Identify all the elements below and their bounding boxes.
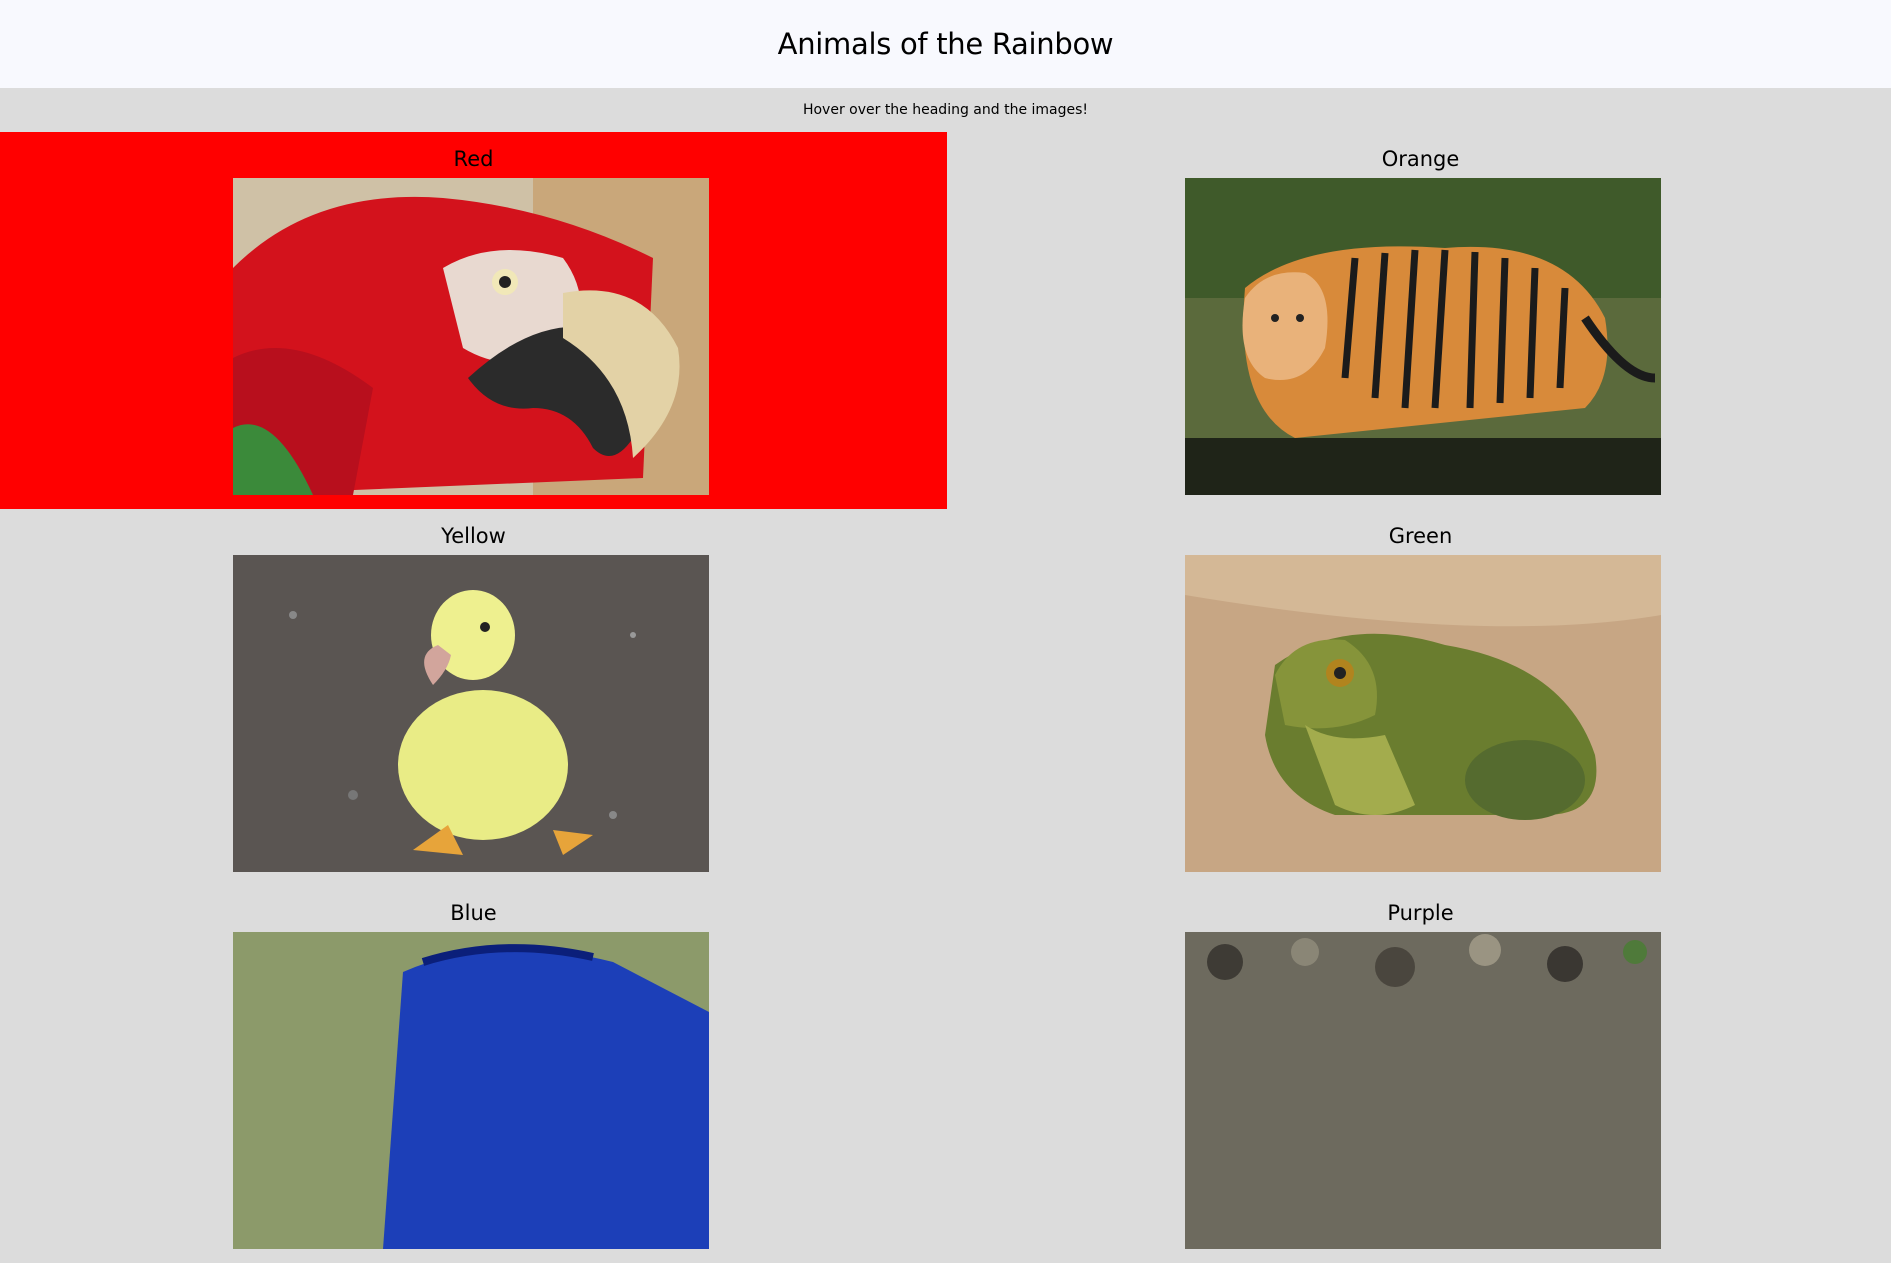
page-title[interactable]: Animals of the Rainbow [778,27,1114,61]
card-heading: Yellow [441,524,506,548]
card-purple[interactable]: Purple [947,886,1891,1263]
duckling-image[interactable] [233,555,709,872]
hover-hint: Hover over the heading and the images! [802,102,1089,118]
page-header: Animals of the Rainbow [0,0,1891,88]
blue-animal-image[interactable] [233,932,709,1249]
card-red[interactable]: Red [0,132,947,509]
card-heading: Red [453,147,494,171]
card-heading: Blue [450,901,497,925]
red-macaw-image[interactable] [233,178,709,495]
frog-image[interactable] [1185,555,1661,872]
card-heading: Purple [1387,901,1454,925]
card-yellow[interactable]: Yellow [0,509,947,886]
tiger-image[interactable] [1185,178,1661,495]
card-orange[interactable]: Orange [947,132,1891,509]
purple-animal-image[interactable] [1185,932,1661,1249]
card-green[interactable]: Green [947,509,1891,886]
card-heading: Green [1388,524,1453,548]
card-blue[interactable]: Blue [0,886,947,1263]
card-heading: Orange [1381,147,1460,171]
